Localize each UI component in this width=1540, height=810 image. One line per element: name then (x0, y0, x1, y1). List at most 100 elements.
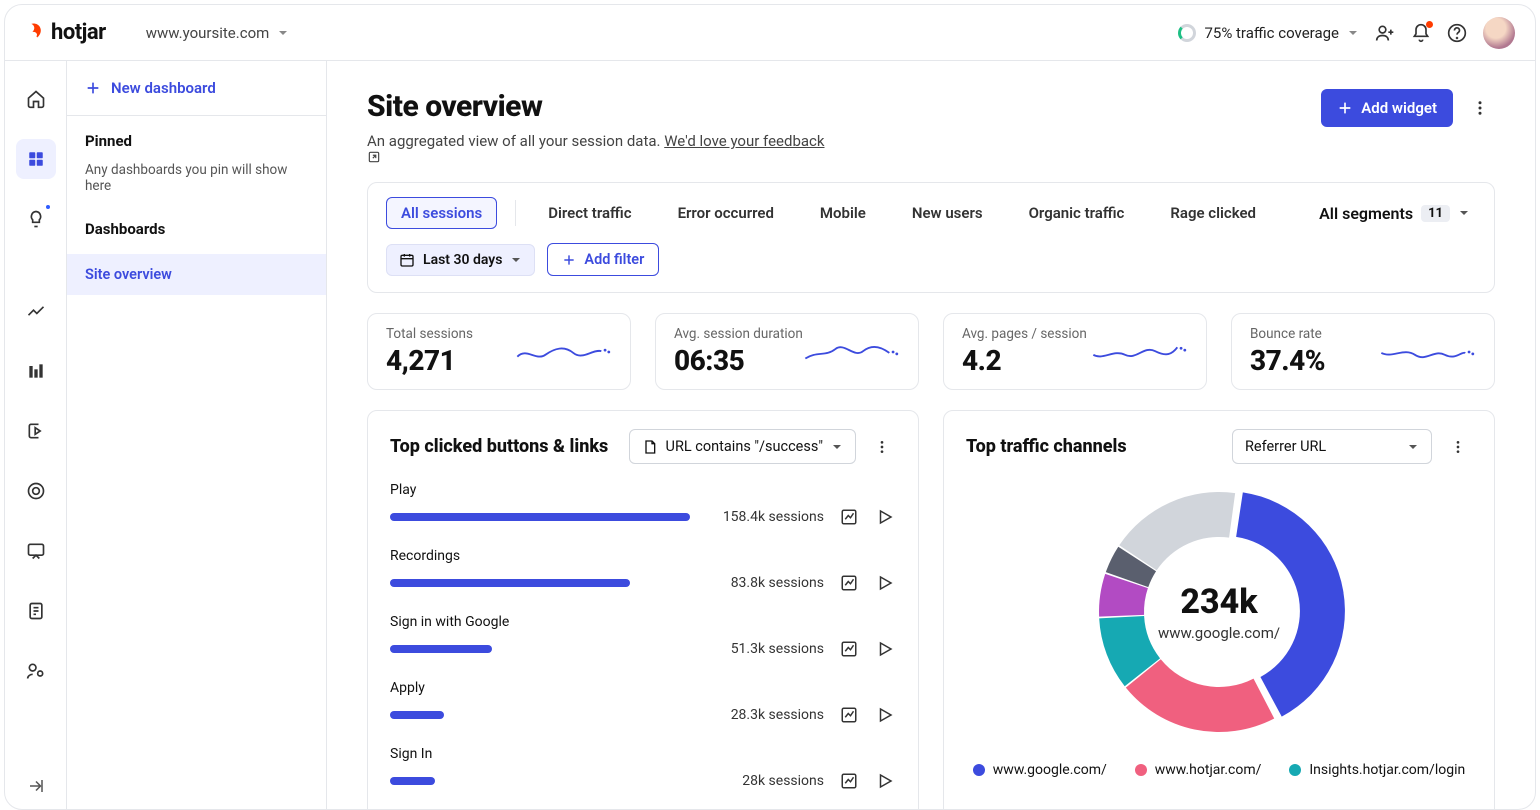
open-chart-button[interactable] (838, 770, 860, 792)
plus-icon (85, 80, 101, 96)
add-filter-button[interactable]: Add filter (547, 243, 659, 276)
segment-direct-traffic[interactable]: Direct traffic (534, 198, 645, 228)
plus-icon (1337, 100, 1353, 116)
topbar: hotjar www.yoursite.com 75% traffic cove… (5, 5, 1535, 61)
collapse-rail-button[interactable] (27, 777, 45, 795)
segment-all-sessions[interactable]: All sessions (386, 197, 497, 229)
new-dashboard-button[interactable]: New dashboard (67, 61, 326, 116)
nav-feedback[interactable] (16, 531, 56, 571)
add-widget-button[interactable]: Add widget (1321, 89, 1453, 127)
notifications-button[interactable] (1403, 15, 1439, 51)
chevron-down-icon (510, 254, 522, 266)
click-row-label: Sign In (390, 746, 896, 762)
play-recording-button[interactable] (874, 704, 896, 726)
site-selector[interactable]: www.yoursite.com (146, 24, 290, 42)
sparkline-icon (516, 338, 612, 366)
chevron-down-icon (1407, 441, 1419, 453)
donut-center-value: 234k (1180, 582, 1257, 622)
brand-text: hotjar (51, 20, 106, 45)
click-row: Apply 28.3k sessions (390, 680, 896, 726)
legend-dot-icon (1289, 764, 1301, 776)
sparkline-icon (1092, 338, 1188, 366)
nav-heatmaps[interactable] (16, 471, 56, 511)
click-sessions: 28.3k sessions (704, 707, 824, 723)
plus-icon (562, 253, 576, 267)
click-bar (390, 579, 690, 587)
nav-highlights[interactable] (16, 199, 56, 239)
open-chart-button[interactable] (838, 572, 860, 594)
page-more-button[interactable] (1465, 93, 1495, 123)
click-sessions: 28k sessions (704, 773, 824, 789)
nav-rail (5, 61, 67, 809)
segment-mobile[interactable]: Mobile (806, 198, 880, 228)
kpi-bounce-rate[interactable]: Bounce rate37.4% (1231, 313, 1495, 390)
nav-recordings[interactable] (16, 411, 56, 451)
help-button[interactable] (1439, 15, 1475, 51)
sparkline-icon (804, 338, 900, 366)
date-range-selector[interactable]: Last 30 days (386, 244, 535, 276)
legend-item[interactable]: www.google.com/ (973, 762, 1107, 778)
nav-dashboards[interactable] (16, 139, 56, 179)
segment-rage-clicked[interactable]: Rage clicked (1156, 198, 1270, 228)
sidebar-item-site-overview[interactable]: Site overview (67, 254, 326, 295)
open-chart-button[interactable] (838, 638, 860, 660)
click-row: Sign in with Google 51.3k sessions (390, 614, 896, 660)
click-row-label: Recordings (390, 548, 896, 564)
page-icon (642, 439, 658, 455)
flame-icon (25, 22, 47, 44)
calendar-icon (399, 252, 415, 268)
kpi-total-sessions[interactable]: Total sessions4,271 (367, 313, 631, 390)
traffic-label: 75% traffic coverage (1204, 24, 1339, 42)
all-segments-dropdown[interactable]: All segments 11 (1319, 204, 1476, 223)
click-bar (390, 645, 690, 653)
click-row-label: Sign in with Google (390, 614, 896, 630)
traffic-coverage[interactable]: 75% traffic coverage (1178, 24, 1359, 42)
chevron-down-icon (831, 441, 843, 453)
click-sessions: 51.3k sessions (704, 641, 824, 657)
play-recording-button[interactable] (874, 506, 896, 528)
nav-home[interactable] (16, 79, 56, 119)
click-row: Recordings 83.8k sessions (390, 548, 896, 594)
kpi-row: Total sessions4,271 Avg. session duratio… (367, 313, 1495, 390)
referrer-dropdown[interactable]: Referrer URL (1232, 429, 1432, 464)
pinned-note: Any dashboards you pin will show here (85, 162, 308, 194)
nav-funnels[interactable] (16, 351, 56, 391)
chevron-down-icon (277, 27, 289, 39)
nav-engage[interactable] (16, 651, 56, 691)
legend-item[interactable]: www.hotjar.com/ (1135, 762, 1262, 778)
kpi-avg-pages-session[interactable]: Avg. pages / session4.2 (943, 313, 1207, 390)
invite-user-button[interactable] (1367, 15, 1403, 51)
panel-title: Top clicked buttons & links (390, 436, 617, 457)
segment-new-users[interactable]: New users (898, 198, 997, 228)
segment-count-badge: 11 (1421, 205, 1450, 222)
legend-dot-icon (1135, 764, 1147, 776)
sparkline-icon (1380, 338, 1476, 366)
user-avatar[interactable] (1483, 17, 1515, 49)
nav-trends[interactable] (16, 291, 56, 331)
url-filter-dropdown[interactable]: URL contains "/success" (629, 429, 856, 464)
play-recording-button[interactable] (874, 770, 896, 792)
notification-dot (44, 203, 52, 211)
filters-card: All sessions Direct traffic Error occurr… (367, 182, 1495, 293)
segment-organic-traffic[interactable]: Organic traffic (1015, 198, 1139, 228)
kpi-avg-session-duration[interactable]: Avg. session duration06:35 (655, 313, 919, 390)
legend-item[interactable]: Insights.hotjar.com/login (1289, 762, 1465, 778)
page-title: Site overview (367, 89, 829, 124)
open-chart-button[interactable] (838, 704, 860, 726)
panel-more-button[interactable] (1444, 433, 1472, 461)
play-recording-button[interactable] (874, 638, 896, 660)
panel-more-button[interactable] (868, 433, 896, 461)
click-row-label: Apply (390, 680, 896, 696)
open-chart-button[interactable] (838, 506, 860, 528)
play-recording-button[interactable] (874, 572, 896, 594)
feedback-link[interactable]: We'd love your feedback (664, 132, 824, 150)
click-row: Sign In 28k sessions (390, 746, 896, 792)
click-row-label: Play (390, 482, 896, 498)
chevron-down-icon (1347, 27, 1359, 39)
click-sessions: 83.8k sessions (704, 575, 824, 591)
nav-surveys[interactable] (16, 591, 56, 631)
click-sessions: 158.4k sessions (704, 509, 824, 525)
click-bar (390, 711, 690, 719)
segment-error-occurred[interactable]: Error occurred (664, 198, 788, 228)
brand-logo[interactable]: hotjar (25, 20, 106, 45)
